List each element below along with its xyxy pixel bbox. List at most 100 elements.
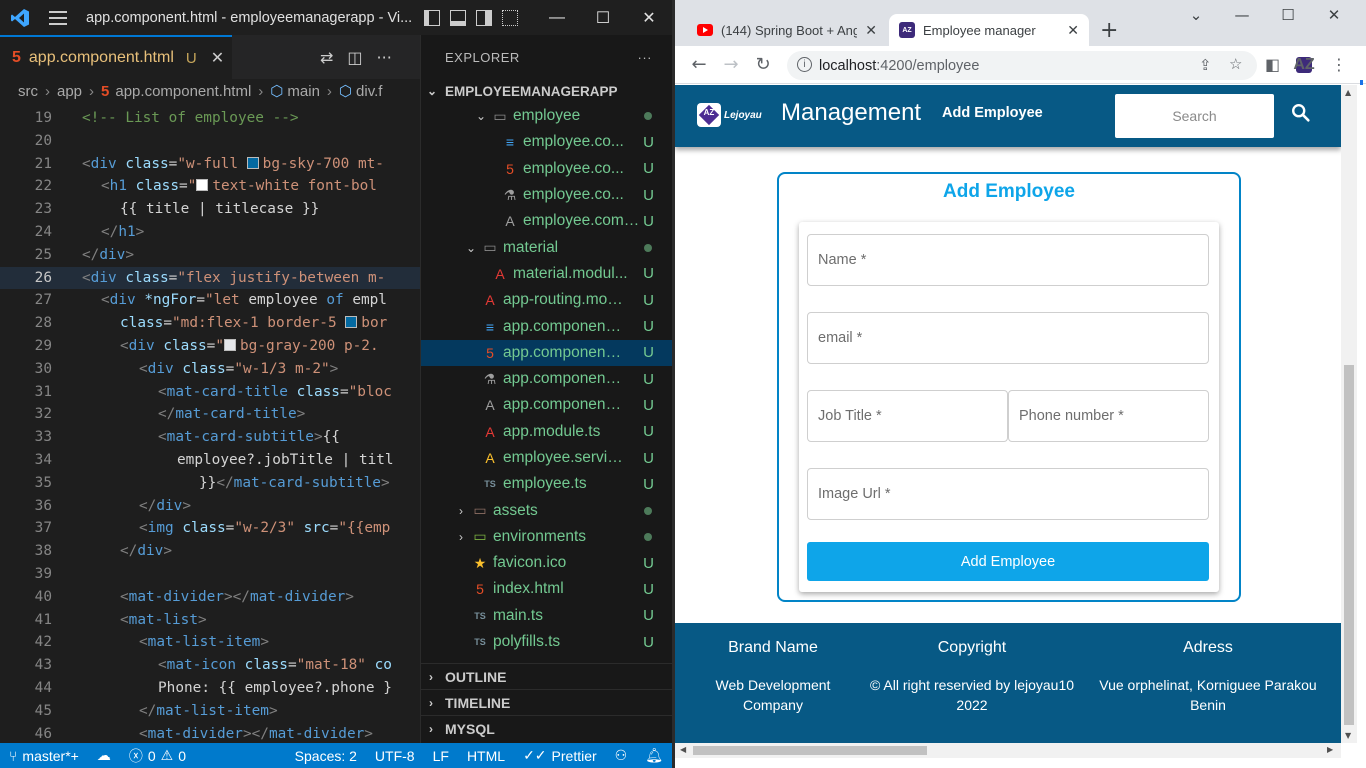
explorer-folder[interactable]: › ▭ assets: [421, 497, 672, 523]
toggle-sidebar-icon[interactable]: [424, 9, 440, 26]
code-line[interactable]: 28 class="md:flex-1 border-5 bor: [0, 312, 420, 335]
explorer-file[interactable]: 5 index.html U: [421, 576, 672, 602]
job-title-field[interactable]: [807, 390, 1008, 442]
scroll-left-icon[interactable]: ◀: [680, 745, 686, 754]
encoding-status[interactable]: UTF-8: [366, 748, 424, 764]
minimize-icon[interactable]: —: [534, 0, 580, 35]
explorer-file[interactable]: TS employee.ts U: [421, 471, 672, 497]
vertical-scrollbar[interactable]: ▲ ▼: [1341, 85, 1357, 743]
tab-search-icon[interactable]: ⌄: [1173, 0, 1219, 30]
explorer-file[interactable]: Amaterial.modul... U: [421, 261, 672, 287]
breadcrumb-item[interactable]: div.f: [356, 83, 382, 100]
problems-status[interactable]: ⓧ 0 ⚠ 0: [120, 746, 195, 766]
code-line[interactable]: 39: [0, 563, 420, 586]
minimize-icon[interactable]: —: [1219, 0, 1265, 30]
explorer-folder[interactable]: ⌄ ▭ material: [421, 234, 672, 260]
compare-changes-icon[interactable]: ⇄: [320, 48, 333, 67]
code-line[interactable]: 31 <mat-card-title class="bloc: [0, 381, 420, 404]
breadcrumb-item[interactable]: src: [18, 83, 38, 100]
code-line[interactable]: 36 </div>: [0, 495, 420, 518]
explorer-file[interactable]: 5 employee.co... U: [421, 156, 672, 182]
section-outline[interactable]: › OUTLINE: [421, 663, 673, 689]
explorer-file[interactable]: ⚗ employee.co... U: [421, 182, 672, 208]
name-field[interactable]: [807, 234, 1209, 286]
image-url-field[interactable]: [807, 468, 1209, 520]
bookmark-star-icon[interactable]: ☆: [1229, 55, 1242, 73]
hamburger-menu-icon[interactable]: [40, 0, 76, 35]
explorer-file[interactable]: Aapp.module.ts U: [421, 419, 672, 445]
code-line[interactable]: 41 <mat-list>: [0, 609, 420, 632]
close-window-icon[interactable]: ✕: [1311, 0, 1357, 30]
add-employee-button[interactable]: Add Employee: [807, 542, 1209, 581]
browser-tab-employee-manager[interactable]: AZ Employee manager ✕: [889, 14, 1089, 46]
maximize-icon[interactable]: ☐: [1265, 0, 1311, 30]
prettier-status[interactable]: ✓✓ Prettier: [514, 747, 606, 764]
section-mysql[interactable]: › MYSQL: [421, 715, 673, 741]
code-line[interactable]: 34 employee?.jobTitle | titl: [0, 449, 420, 472]
explorer-file[interactable]: Aemployee.service.... U: [421, 445, 672, 471]
indentation-status[interactable]: Spaces: 2: [286, 748, 366, 764]
scroll-up-icon[interactable]: ▲: [1345, 88, 1351, 97]
sync-status[interactable]: ☁: [88, 747, 120, 764]
close-tab-icon[interactable]: ✕: [865, 22, 877, 39]
side-panel-icon[interactable]: ◧: [1265, 55, 1280, 74]
code-line[interactable]: 43 <mat-icon class="mat-18" co: [0, 654, 420, 677]
code-line[interactable]: 27 <div *ngFor="let employee of empl: [0, 289, 420, 312]
explorer-more-icon[interactable]: ···: [638, 50, 653, 65]
explorer-folder[interactable]: ⌄ ▭ employee: [421, 103, 672, 129]
code-line[interactable]: 37 <img class="w-2/3" src="{{emp: [0, 517, 420, 540]
split-editor-icon[interactable]: ◫: [347, 48, 362, 67]
branch-status[interactable]: ⑂ master*+: [0, 748, 88, 764]
code-line[interactable]: 24 </h1>: [0, 221, 420, 244]
toggle-secondary-sidebar-icon[interactable]: [476, 9, 492, 26]
accounts-status[interactable]: ⚇: [606, 747, 637, 764]
address-bar[interactable]: i localhost:4200/employee ⇪ ☆: [787, 51, 1257, 80]
breadcrumb-item[interactable]: main: [287, 83, 320, 100]
eol-status[interactable]: LF: [424, 748, 458, 764]
code-line[interactable]: 35}}</mat-card-subtitle>: [0, 472, 420, 495]
code-line[interactable]: 23 {{ title | titlecase }}: [0, 198, 420, 221]
close-window-icon[interactable]: ✕: [626, 0, 672, 35]
customize-layout-icon[interactable]: [502, 9, 518, 26]
code-line[interactable]: 25 </div>: [0, 244, 420, 267]
explorer-file[interactable]: 5 app.component.... U: [421, 339, 672, 366]
code-line[interactable]: 44 Phone: {{ employee?.phone }: [0, 677, 420, 700]
language-status[interactable]: HTML: [458, 748, 514, 764]
search-input[interactable]: [1115, 94, 1274, 138]
breadcrumb-item[interactable]: app: [57, 83, 82, 100]
reload-icon[interactable]: ↻: [747, 54, 779, 75]
horizontal-scrollbar[interactable]: ◀ ▶: [675, 743, 1341, 758]
code-line[interactable]: 42 <mat-list-item>: [0, 631, 420, 654]
code-line[interactable]: 19 <!-- List of employee -->: [0, 107, 420, 130]
phone-field[interactable]: [1008, 390, 1209, 442]
code-line[interactable]: 32 </mat-card-title>: [0, 403, 420, 426]
scroll-down-icon[interactable]: ▼: [1345, 731, 1351, 740]
section-timeline[interactable]: › TIMELINE: [421, 689, 673, 715]
code-line[interactable]: 26 <div class="flex justify-between m-: [0, 266, 420, 290]
explorer-file[interactable]: Aemployee.compon...U: [421, 208, 672, 234]
scrollbar-thumb[interactable]: [693, 746, 927, 755]
toggle-panel-icon[interactable]: [450, 9, 466, 26]
code-line[interactable]: 30 <div class="w-1/3 m-2">: [0, 358, 420, 381]
breadcrumb-item[interactable]: app.component.html: [115, 83, 251, 100]
explorer-file[interactable]: Aapp.component.ts U: [421, 392, 672, 418]
back-icon[interactable]: ←: [683, 54, 715, 75]
code-line[interactable]: 29 <div class=" bg-gray-200 p-2.: [0, 335, 420, 358]
browser-tab-youtube[interactable]: (144) Spring Boot + Angu ✕: [687, 14, 887, 46]
code-line[interactable]: 46 <mat-divider></mat-divider>: [0, 723, 420, 743]
maximize-icon[interactable]: ☐: [580, 0, 626, 35]
notifications-status[interactable]: 🔔︎: [636, 747, 672, 764]
site-info-icon[interactable]: i: [797, 57, 812, 72]
email-field[interactable]: [807, 312, 1209, 364]
code-line[interactable]: 22 <h1 class=" text-white font-bol: [0, 175, 420, 198]
app-logo[interactable]: AZ Lejoyau: [697, 101, 763, 129]
more-actions-icon[interactable]: ···: [377, 48, 392, 67]
explorer-file[interactable]: ⚗ app.component.s... U: [421, 366, 672, 392]
explorer-file[interactable]: TS main.ts U: [421, 603, 672, 629]
code-line[interactable]: 38 </div>: [0, 540, 420, 563]
add-employee-nav-link[interactable]: Add Employee: [942, 105, 1043, 121]
extension-icon[interactable]: AZ: [1293, 56, 1315, 73]
code-line[interactable]: 40 <mat-divider></mat-divider>: [0, 586, 420, 609]
explorer-root-folder[interactable]: ⌄ EMPLOYEEMANAGERAPP: [421, 79, 672, 103]
scroll-right-icon[interactable]: ▶: [1327, 745, 1333, 754]
